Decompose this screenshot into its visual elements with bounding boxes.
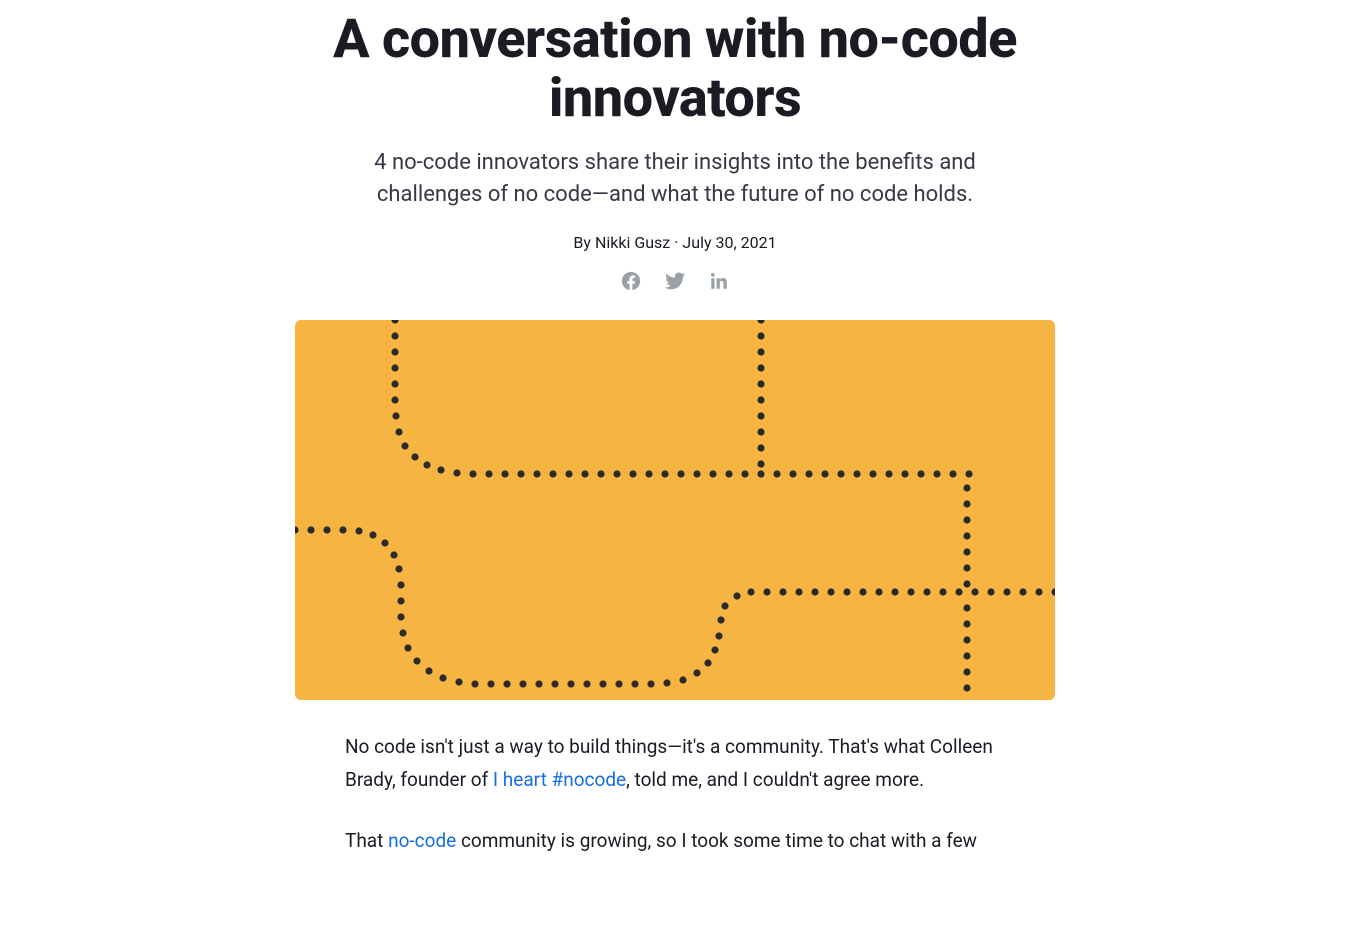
facebook-icon[interactable] [620, 270, 642, 292]
link-i-heart-nocode[interactable]: I heart #nocode [493, 768, 626, 791]
linkedin-icon[interactable] [708, 270, 730, 292]
p2-text-b: community is growing, so I took some tim… [456, 829, 977, 852]
hero-image [295, 320, 1055, 700]
publish-date: July 30, 2021 [682, 233, 776, 252]
p2-text-a: That [345, 829, 388, 852]
article-body: No code isn't just a way to build things… [325, 730, 1025, 925]
p1-text-b: , told me, and I couldn't agree more. [626, 768, 924, 791]
share-row [20, 270, 1330, 292]
article-subtitle: 4 no-code innovators share their insight… [325, 147, 1025, 211]
byline-prefix: By [573, 233, 595, 252]
paragraph-1: No code isn't just a way to build things… [345, 730, 1005, 797]
link-no-code[interactable]: no-code [388, 829, 456, 852]
byline-separator: · [674, 233, 678, 252]
article-header: A conversation with no-code innovators 4… [0, 10, 1350, 292]
byline: By Nikki Gusz·July 30, 2021 [20, 233, 1330, 252]
author-name: Nikki Gusz [595, 233, 670, 252]
article-title: A conversation with no-code innovators [275, 10, 1075, 129]
paragraph-2: That no-code community is growing, so I … [345, 824, 1005, 857]
twitter-icon[interactable] [664, 270, 686, 292]
